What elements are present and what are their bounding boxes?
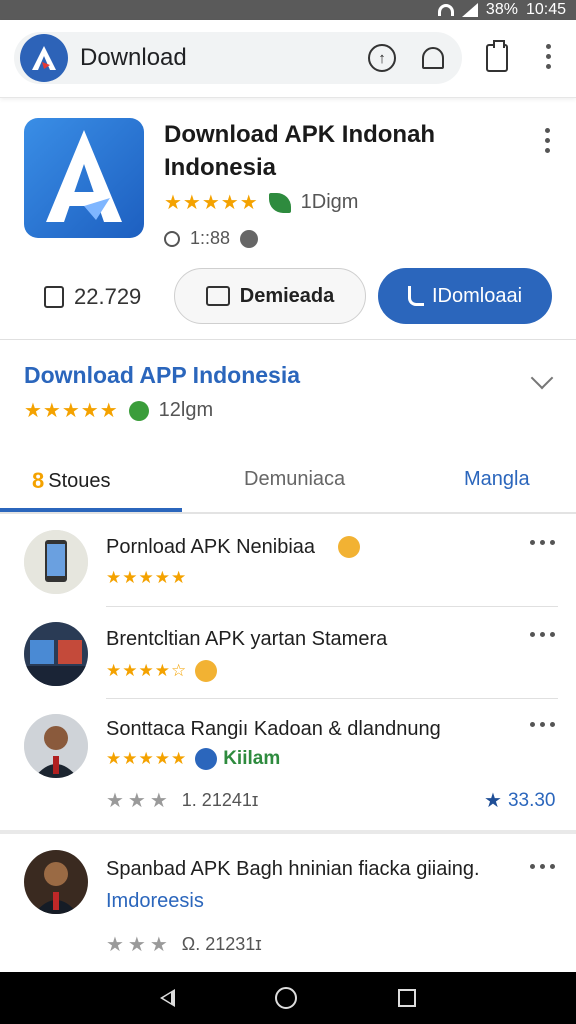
status-bar: 38% 10:45 [0,0,576,20]
upload-icon[interactable]: ↑ [368,44,396,72]
item-subtitle[interactable]: Imdoreesis [106,890,204,913]
clipboard-icon[interactable] [486,40,508,72]
divider [106,698,558,699]
item-title: Spanbad APK Bagh hninian fiacka giiaing. [106,858,480,880]
download-button[interactable]: IDomloaai [378,268,552,324]
item-menu-icon[interactable] [530,864,555,869]
badge-icon [195,748,218,770]
badge-label: Kiilam [223,748,281,769]
item-stars: ★★★★★ [106,568,188,587]
overflow-menu-icon[interactable] [546,44,551,69]
download-button-label: IDomloaai [431,284,523,307]
top-bar: Download ↑ [0,20,576,98]
item-menu-icon[interactable] [530,540,555,545]
badge: Kiilam [195,748,280,770]
item-meta-value: Ω. 21231ɪ [181,934,262,954]
star-icon: ★ [484,790,502,812]
item-menu-icon[interactable] [530,722,555,727]
item-rating: ★★★★★ [106,568,187,588]
wifi-icon [437,4,454,16]
gray-stars: ★★★ [106,934,172,956]
app-menu-icon[interactable] [545,128,550,153]
item-rank: ★ 33.30 [484,788,555,813]
clock: 10:45 [525,1,566,18]
notification-icon[interactable] [422,47,444,69]
search-bar[interactable]: Download ↑ [14,32,462,84]
home-icon[interactable] [275,987,298,1009]
clock-icon [164,230,180,247]
emoji-icon [338,536,360,558]
item-rating: ★★★★☆ [106,660,218,682]
chevron-down-icon[interactable] [530,366,554,390]
like-value: 22.729 [74,284,142,309]
download-icon [407,286,424,306]
chat-icon [205,286,230,306]
section-count: 12lgm [158,399,214,421]
item-title: Pornload APK Nenibiaa [106,536,316,558]
navigation-bar [0,972,576,1024]
leaf-icon [268,192,291,213]
gray-stars: ★★★ [106,790,172,812]
item-meta-value: 1. 21241ɪ [181,790,259,810]
phone-thumbnail [24,530,88,594]
item-meta: ★★★ Ω. 21231ɪ [106,932,262,957]
section-divider [0,830,576,834]
tab-demuniaca[interactable]: Demuniaca [244,468,345,491]
review-count: 1Digm [300,191,359,213]
thumbs-up-icon [44,286,64,308]
rating-stars: ★★★★★ [164,192,259,214]
item-rating: ★★★★★ Kiilam [106,748,280,770]
app-meta: 1::88 [164,228,259,249]
search-input[interactable]: Download [80,44,368,72]
tab-mangla[interactable]: Mangla [464,468,530,491]
app-header: Download APK Indonah Indonesia ★★★★★ 1Di… [0,98,576,340]
recents-icon[interactable] [397,989,416,1007]
divider [106,606,558,607]
secondary-button[interactable]: Demieada [174,268,366,324]
item-menu-icon[interactable] [530,632,555,637]
app-rating: ★★★★★ 1Digm [164,190,358,215]
share-icon[interactable] [240,229,259,248]
secondary-button-label: Demieada [239,284,335,307]
section-rating: ★★★★★ 12lgm [24,398,213,423]
section-stars: ★★★★★ [24,400,119,422]
tab-bar: 8 Stoues Demuniaca Mangla [0,452,576,514]
item-stars: ★★★★☆ [106,661,188,680]
signal-icon [461,3,478,17]
item-title: Sonttaca Rangiı Kadoan & dlandnung [106,718,441,740]
related-section: Download APP Indonesia ★★★★★ 12lgm [0,340,576,450]
app-icon [24,118,144,238]
verified-icon [128,400,149,421]
app-logo-icon [20,34,68,82]
avatar [24,850,88,914]
back-icon[interactable] [160,989,176,1007]
tab-stoues[interactable]: 8 Stoues [32,468,111,494]
item-title: Brentcltian APK yartan Stamera [106,628,388,650]
battery-level: 38% [485,1,518,18]
like-count[interactable]: 22.729 [44,284,141,310]
active-tab-indicator [0,508,182,512]
item-meta: ★★★ 1. 21241ɪ [106,788,258,813]
item-stars: ★★★★★ [106,749,188,768]
avatar [24,714,88,778]
section-title[interactable]: Download APP Indonesia [24,362,300,389]
tab-number: 8 [32,468,45,493]
app-time: 1::88 [190,228,231,248]
tab-label: Stoues [48,469,111,492]
rank-value: 33.30 [507,789,556,811]
app-title: Download APK Indonah Indonesia [164,121,436,181]
emoji-icon [195,660,218,682]
store-thumbnail [24,622,88,686]
